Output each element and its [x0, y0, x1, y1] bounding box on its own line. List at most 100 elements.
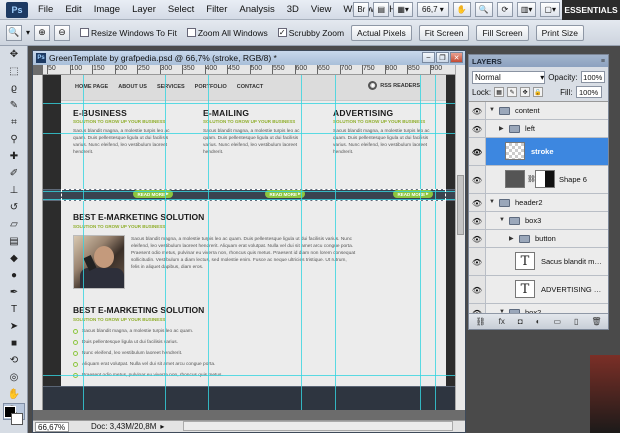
- eraser-tool-icon[interactable]: ▱: [3, 216, 25, 233]
- expand-triangle-icon[interactable]: ▶: [509, 235, 514, 242]
- zoom-level-dropdown[interactable]: 66,7 ▾: [416, 2, 449, 17]
- trash-icon[interactable]: 🗑: [591, 317, 601, 326]
- menu-view[interactable]: View: [305, 0, 337, 20]
- hand-tool-icon[interactable]: ✋: [3, 386, 25, 403]
- rotate-view-icon[interactable]: ⟳: [496, 2, 513, 17]
- color-swatches[interactable]: [4, 406, 24, 428]
- layer-row-sacus-blandit-magn[interactable]: 👁 T Sacus blandit magn...: [469, 248, 608, 276]
- layer-row-advertising-solu[interactable]: 👁 T ADVERTISING SOLU...: [469, 276, 608, 304]
- document-canvas[interactable]: HOME PAGE ABOUT US SERVICES PORTFOLIO CONTAC…: [43, 75, 455, 410]
- hand-tool-icon[interactable]: ✋: [452, 2, 471, 17]
- history-brush-tool-icon[interactable]: ↺: [3, 199, 25, 216]
- transparent-layer-thumbnail[interactable]: [505, 142, 525, 160]
- restore-icon[interactable]: ❐: [436, 52, 449, 63]
- preset-dropdown-arrow-icon[interactable]: ▾: [26, 28, 30, 37]
- lock-all-icon[interactable]: 🔒: [533, 87, 544, 97]
- resize-windows-option[interactable]: Resize Windows To Fit: [80, 28, 177, 38]
- fill-field[interactable]: 100%: [575, 86, 602, 98]
- bridge-icon[interactable]: Br: [353, 2, 370, 17]
- collapse-triangle-icon[interactable]: ▼: [499, 217, 505, 223]
- actual-pixels-button[interactable]: Actual Pixels: [351, 24, 412, 41]
- eye-icon[interactable]: 👁: [471, 124, 483, 134]
- layer-row-left[interactable]: 👁 ▶ left: [469, 120, 608, 138]
- eyedropper-tool-icon[interactable]: ⚲: [3, 131, 25, 148]
- layers-tab[interactable]: LAYERS: [472, 57, 502, 66]
- type-tool-icon[interactable]: T: [3, 301, 25, 318]
- vertical-ruler[interactable]: [33, 75, 43, 410]
- horizontal-ruler[interactable]: 50 100 150 200 250 300 350 400 450 500 550 600 650 70…: [43, 65, 455, 75]
- menu-analysis[interactable]: Analysis: [233, 0, 280, 20]
- minimize-icon[interactable]: –: [422, 52, 435, 63]
- zoom-all-option[interactable]: Zoom All Windows: [186, 28, 268, 38]
- path-select-tool-icon[interactable]: ➤: [3, 318, 25, 335]
- new-layer-icon[interactable]: ▯: [574, 317, 578, 326]
- clone-stamp-tool-icon[interactable]: ⊥: [3, 182, 25, 199]
- text-layer-icon[interactable]: T: [515, 280, 535, 298]
- folder-icon[interactable]: ▭: [553, 317, 561, 326]
- eye-icon[interactable]: 👁: [471, 175, 483, 185]
- opacity-field[interactable]: 100%: [580, 71, 605, 83]
- menu-layer[interactable]: Layer: [126, 0, 162, 20]
- vertical-scrollbar[interactable]: [455, 65, 465, 410]
- background-color-swatch[interactable]: [11, 413, 23, 425]
- screen-mode-icon[interactable]: ▢▾: [540, 2, 560, 17]
- scrubby-zoom-checkbox[interactable]: ✓: [277, 28, 287, 37]
- collapse-triangle-icon[interactable]: ▼: [489, 107, 495, 113]
- zoom-tool-icon[interactable]: 🔍: [474, 2, 493, 17]
- layer-row-header2[interactable]: 👁 ▼ header2: [469, 194, 608, 212]
- menu-image[interactable]: Image: [88, 0, 126, 20]
- eye-icon[interactable]: 👁: [471, 216, 483, 226]
- move-tool-icon[interactable]: ✥: [3, 46, 25, 63]
- crop-tool-icon[interactable]: ⌗: [3, 114, 25, 131]
- lock-position-icon[interactable]: ✥: [520, 87, 531, 97]
- layer-row-box3[interactable]: 👁 ▼ box3: [469, 212, 608, 230]
- expand-triangle-icon[interactable]: ▶: [499, 125, 504, 132]
- adjustment-icon[interactable]: ◐: [536, 317, 541, 326]
- view-extras-icon[interactable]: ▦▾: [393, 2, 413, 17]
- 3d-rotate-tool-icon[interactable]: ⟲: [3, 352, 25, 369]
- fill-screen-button[interactable]: Fill Screen: [476, 24, 529, 41]
- zoom-all-checkbox[interactable]: [186, 28, 196, 37]
- layer-row-shape-6[interactable]: 👁 ⛓ Shape 6: [469, 166, 608, 194]
- blend-mode-select[interactable]: Normal ▾: [472, 70, 546, 84]
- menu-file[interactable]: File: [32, 0, 59, 20]
- marquee-tool-icon[interactable]: ⬚: [3, 63, 25, 80]
- menu-3d[interactable]: 3D: [281, 0, 305, 20]
- collapse-triangle-icon[interactable]: ▼: [489, 199, 495, 205]
- zoom-in-icon[interactable]: ⊕: [34, 24, 51, 41]
- vertical-scroll-thumb[interactable]: [457, 175, 464, 235]
- arrange-docs-icon[interactable]: ▥▾: [516, 2, 537, 17]
- eye-icon[interactable]: 👁: [471, 147, 483, 157]
- close-icon[interactable]: ✕: [450, 52, 463, 63]
- menu-edit[interactable]: Edit: [59, 0, 87, 20]
- dodge-tool-icon[interactable]: ●: [3, 267, 25, 284]
- minibridge-icon[interactable]: ▤: [373, 2, 390, 17]
- document-size-info[interactable]: Doc: 3,43M/20,8M: [91, 422, 156, 431]
- link-icon[interactable]: ⛓: [475, 317, 485, 326]
- shape-layer-thumbnail[interactable]: [505, 170, 525, 188]
- workspace-switcher[interactable]: ESSENTIALS: [562, 0, 620, 20]
- layer-row-button[interactable]: 👁 ▶ button: [469, 230, 608, 248]
- status-menu-arrow-icon[interactable]: ▸: [160, 422, 164, 431]
- horizontal-scrollbar[interactable]: [183, 421, 453, 431]
- lock-transparent-icon[interactable]: ▦: [494, 87, 505, 97]
- layer-row-stroke[interactable]: 👁 stroke: [469, 138, 608, 166]
- zoom-percent-field[interactable]: 66,67%: [35, 421, 69, 432]
- healing-brush-tool-icon[interactable]: ✚: [3, 148, 25, 165]
- eye-icon[interactable]: 👁: [471, 285, 483, 295]
- scrubby-zoom-option[interactable]: ✓ Scrubby Zoom: [277, 28, 344, 38]
- pen-tool-icon[interactable]: ✒: [3, 284, 25, 301]
- fx-icon[interactable]: fx: [499, 317, 505, 326]
- text-layer-icon[interactable]: T: [515, 252, 535, 270]
- menu-select[interactable]: Select: [162, 0, 200, 20]
- layer-row-content[interactable]: 👁 ▼ content: [469, 102, 608, 120]
- quick-select-tool-icon[interactable]: ✎: [3, 97, 25, 114]
- brush-tool-icon[interactable]: ✐: [3, 165, 25, 182]
- eye-icon[interactable]: 👁: [471, 257, 483, 267]
- fit-screen-button[interactable]: Fit Screen: [418, 24, 470, 41]
- eye-icon[interactable]: 👁: [471, 198, 483, 208]
- gradient-tool-icon[interactable]: ▤: [3, 233, 25, 250]
- print-size-button[interactable]: Print Size: [535, 24, 584, 41]
- document-tab[interactable]: Ps GreenTemplate by grafpedia.psd @ 66,7…: [33, 51, 465, 65]
- eye-icon[interactable]: 👁: [471, 234, 483, 244]
